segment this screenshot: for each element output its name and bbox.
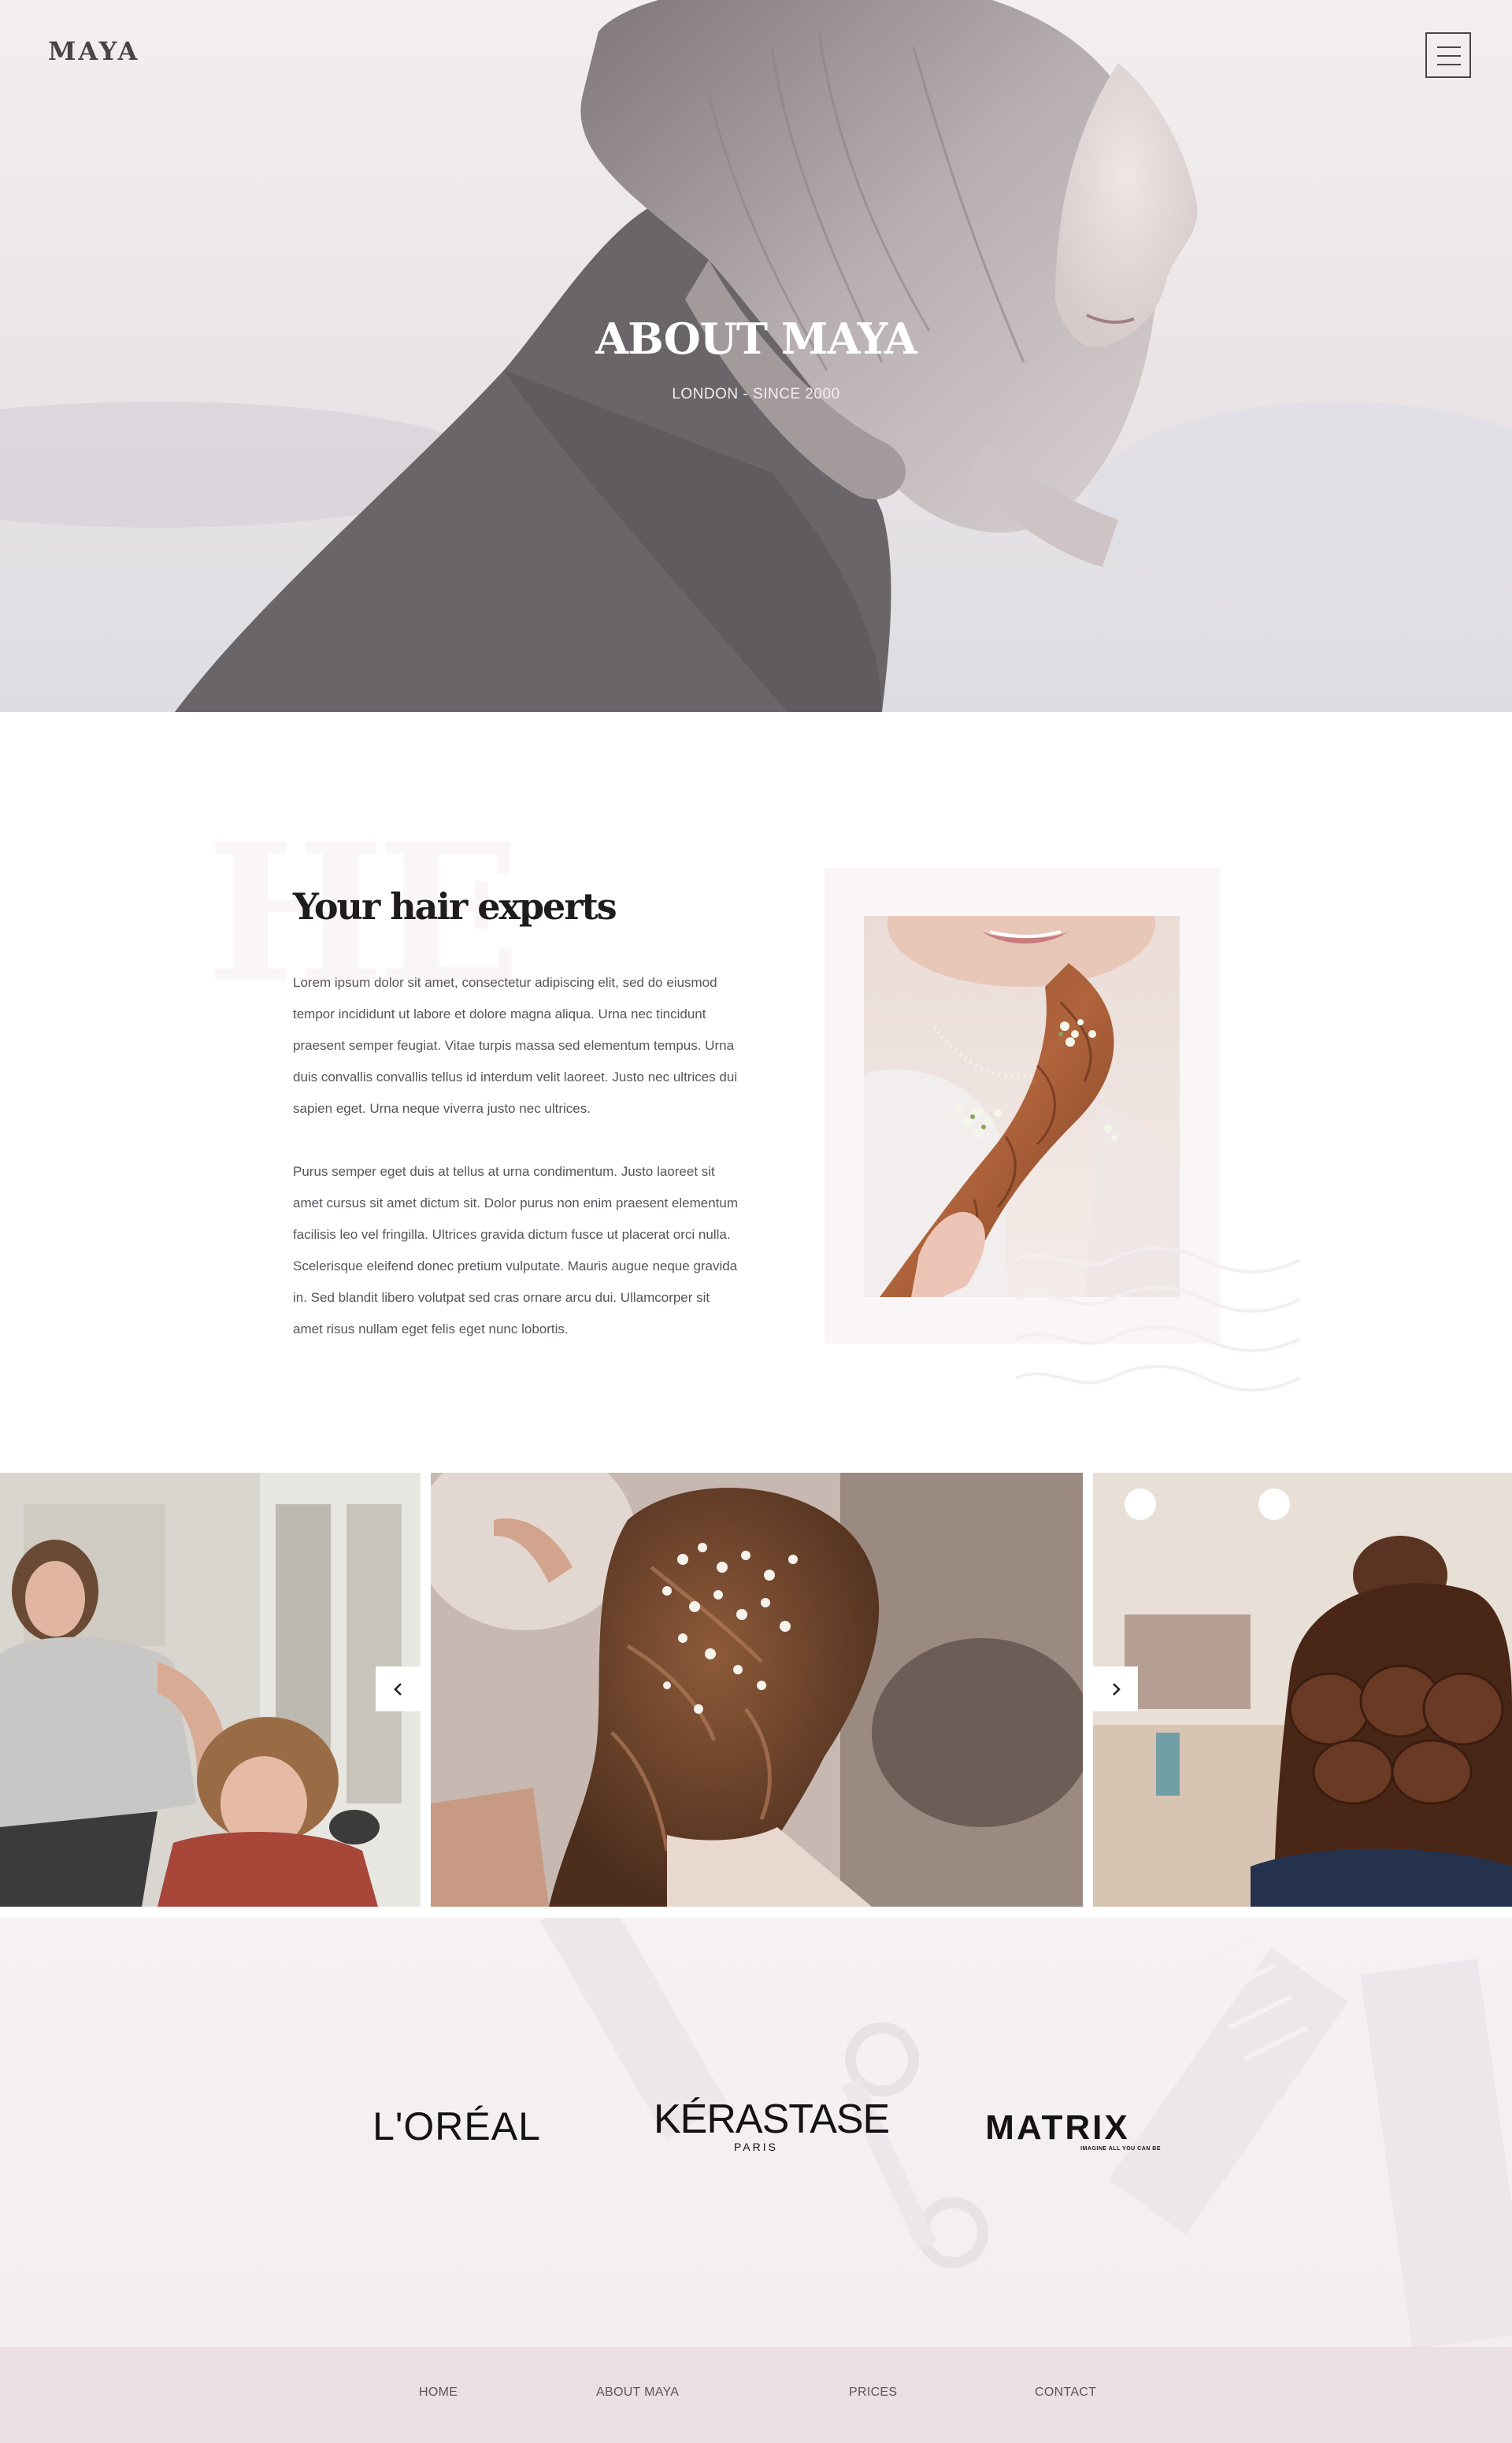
matrix-logo[interactable]: MATRIX IMAGINE ALL YOU CAN BE [954,2111,1161,2152]
decorative-waves [1016,1247,1300,1392]
kerastase-wordmark: KÉRASTASE [654,2096,890,2142]
site-logo[interactable]: MAYA [48,36,139,66]
hero-section: MAYA ABOUT MAYA LONDON - SINCE 2000 [0,0,1512,712]
gallery-slide-bridal-updo[interactable] [431,1473,1083,1907]
about-paragraph-1: Lorem ipsum dolor sit amet, consectetur … [293,975,738,1116]
gallery-carousel[interactable] [0,1473,1512,1907]
footer-nav-contact[interactable]: CONTACT [1035,2386,1096,2400]
matrix-tagline: IMAGINE ALL YOU CAN BE [1080,2146,1161,2152]
kerastase-paris: PARIS [734,2141,778,2153]
bride-braid-photo [864,916,1180,1297]
footer-nav-home[interactable]: HOME [419,2386,458,2400]
gallery-slide-stylist[interactable] [0,1473,421,1907]
hamburger-menu-button[interactable] [1425,32,1471,78]
kerastase-logo[interactable]: KÉRASTASE PARIS [654,2099,890,2153]
footer-nav-about[interactable]: ABOUT MAYA [596,2386,679,2400]
section-title: Your hair experts [293,885,617,928]
matrix-wordmark: MATRIX [985,2108,1130,2147]
carousel-prev-button[interactable] [376,1666,421,1711]
chevron-left-icon [393,1682,402,1696]
loreal-logo[interactable]: L'ORÉAL [358,2104,555,2149]
page-title: ABOUT MAYA [595,313,917,364]
footer-nav-prices[interactable]: PRICES [849,2386,897,2400]
hamburger-menu-icon [1437,46,1461,48]
about-paragraph-2: Purus semper eget duis at tellus at urna… [293,1164,739,1336]
carousel-next-button[interactable] [1093,1666,1138,1711]
hero-subtitle: LONDON - SINCE 2000 [672,386,840,402]
gallery-slide-curlers[interactable] [1093,1473,1512,1907]
footer-nav: HOME ABOUT MAYA PRICES CONTACT [0,2347,1512,2443]
chevron-right-icon [1112,1682,1121,1696]
brands-section: L'ORÉAL KÉRASTASE PARIS MATRIX IMAGINE A… [0,1918,1512,2347]
